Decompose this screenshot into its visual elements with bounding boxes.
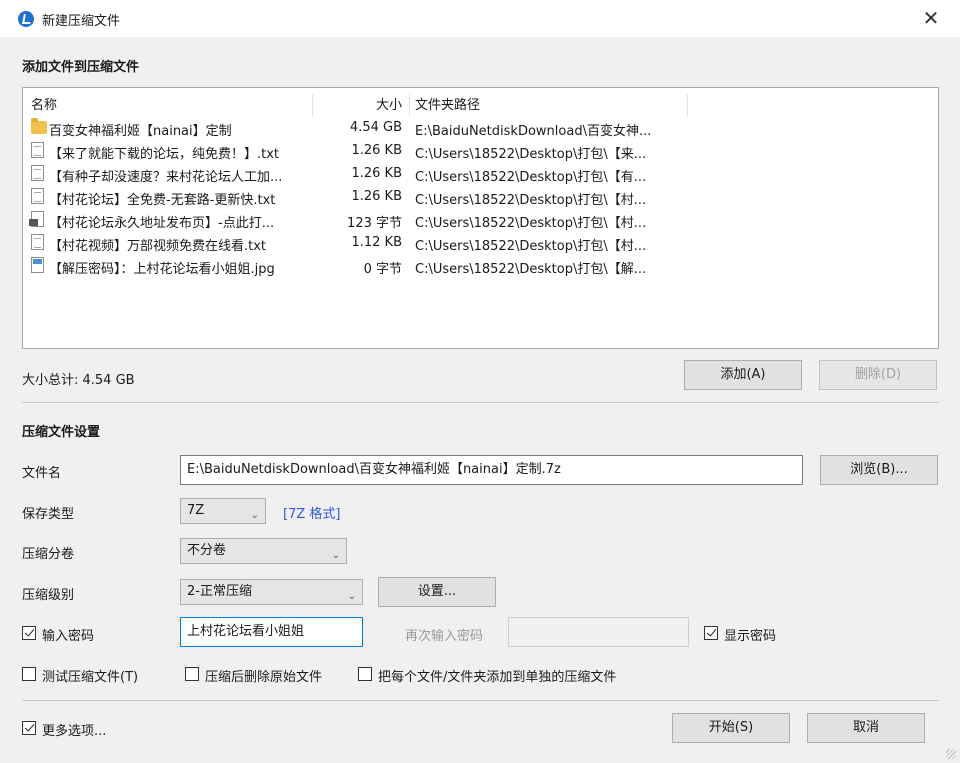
file-name: 百变女神福利姬【nainai】定制 <box>49 124 232 139</box>
file-path: C:\Users\18522\Desktop\打包\【有... <box>415 170 647 185</box>
section-divider <box>22 402 939 403</box>
repeat-password-label: 再次输入密码 <box>405 629 484 644</box>
file-list[interactable]: 名称 大小 文件夹路径 百变女神福利姬【nainai】定制 4.54 GB E:… <box>22 87 939 349</box>
checkbox-unchecked-icon <box>22 667 36 681</box>
file-row[interactable]: 【村花论坛永久地址发布页】-点此打... 123 字节 C:\Users\185… <box>23 208 938 231</box>
settings-button[interactable]: 设置... <box>378 577 496 607</box>
file-path: C:\Users\18522\Desktop\打包\【村... <box>415 239 647 254</box>
checkbox-checked-icon <box>704 626 718 640</box>
cancel-button[interactable]: 取消 <box>807 713 925 743</box>
split-value: 不分卷 <box>187 543 227 558</box>
save-type-label: 保存类型 <box>22 507 75 522</box>
format-link[interactable]: [7Z 格式] <box>283 503 340 522</box>
text-file-icon <box>31 188 44 204</box>
file-size: 123 字节 <box>347 216 402 231</box>
text-file-icon <box>31 142 44 158</box>
remove-button[interactable]: 删除(D) <box>819 360 937 390</box>
file-name: 【有种子却没速度？来村花论坛人工加... <box>49 170 283 185</box>
compression-level-label: 压缩级别 <box>22 588 75 603</box>
title-bar: 新建压缩文件 ✕ <box>0 0 960 37</box>
show-password-label: 显示密码 <box>724 629 777 644</box>
browse-button[interactable]: 浏览(B)... <box>820 455 938 485</box>
file-row[interactable]: 【来了就能下载的论坛，纯免费！】.txt 1.26 KB C:\Users\18… <box>23 139 938 162</box>
checkbox-checked-icon <box>22 626 36 640</box>
more-options-label: 更多选项... <box>42 724 107 739</box>
compression-level-select[interactable]: 2-正常压缩 ⌄ <box>180 579 363 605</box>
text-file-icon <box>31 234 44 250</box>
checkbox-checked-icon <box>22 721 36 735</box>
url-shortcut-icon <box>29 211 44 227</box>
file-row[interactable]: 【解压密码】：上村花论坛看小姐姐.jpg 0 字节 C:\Users\18522… <box>23 254 938 277</box>
text-file-icon <box>31 165 44 181</box>
chevron-down-icon: ⌄ <box>331 550 340 561</box>
password-input[interactable]: 上村花论坛看小姐姐 <box>180 617 363 647</box>
enter-password-label: 输入密码 <box>42 629 95 644</box>
file-path: C:\Users\18522\Desktop\打包\【来... <box>415 147 647 162</box>
folder-icon <box>31 118 47 134</box>
chevron-down-icon: ⌄ <box>347 591 356 602</box>
test-archive-label: 测试压缩文件(T) <box>42 670 139 685</box>
save-type-value: 7Z <box>187 503 205 518</box>
repeat-password-input[interactable] <box>508 617 689 647</box>
column-header-size[interactable]: 大小 <box>376 94 402 113</box>
window-title: 新建压缩文件 <box>42 14 121 29</box>
file-size: 0 字节 <box>363 262 402 277</box>
column-header-name[interactable]: 名称 <box>31 94 57 113</box>
filename-input[interactable]: E:\BaiduNetdiskDownload\百变女神福利姬【nainai】定… <box>180 455 803 485</box>
checkbox-unchecked-icon <box>358 667 372 681</box>
add-button[interactable]: 添加(A) <box>684 360 802 390</box>
file-row[interactable]: 【有种子却没速度？来村花论坛人工加... 1.26 KB C:\Users\18… <box>23 162 938 185</box>
file-name: 【来了就能下载的论坛，纯免费！】.txt <box>49 147 280 162</box>
file-size: 4.54 GB <box>349 120 402 135</box>
file-size: 1.26 KB <box>351 166 402 181</box>
resize-grip-icon[interactable] <box>946 749 956 759</box>
file-path: C:\Users\18522\Desktop\打包\【村... <box>415 216 647 231</box>
file-list-header: 名称 大小 文件夹路径 <box>23 88 938 116</box>
image-file-icon <box>31 257 44 273</box>
add-files-heading: 添加文件到压缩文件 <box>22 60 140 75</box>
split-select[interactable]: 不分卷 ⌄ <box>180 538 347 564</box>
delete-after-label: 压缩后删除原始文件 <box>205 670 323 685</box>
file-path: C:\Users\18522\Desktop\打包\【解... <box>415 262 647 277</box>
file-path: C:\Users\18522\Desktop\打包\【村... <box>415 193 647 208</box>
filename-label: 文件名 <box>22 466 62 481</box>
total-size-label: 大小总计: 4.54 GB <box>22 373 135 388</box>
column-header-path[interactable]: 文件夹路径 <box>415 94 480 113</box>
separate-archives-label: 把每个文件/文件夹添加到单独的压缩文件 <box>378 670 617 685</box>
file-name: 【村花论坛永久地址发布页】-点此打... <box>49 216 275 231</box>
file-size: 1.26 KB <box>351 189 402 204</box>
file-row[interactable]: 【村花论坛】全免费-无套路-更新快.txt 1.26 KB C:\Users\1… <box>23 185 938 208</box>
file-name: 【解压密码】：上村花论坛看小姐姐.jpg <box>49 262 275 277</box>
chevron-down-icon: ⌄ <box>250 510 259 521</box>
file-row[interactable]: 【村花视频】万部视频免费在线看.txt 1.12 KB C:\Users\185… <box>23 231 938 254</box>
start-button[interactable]: 开始(S) <box>672 713 790 743</box>
file-row[interactable]: 百变女神福利姬【nainai】定制 4.54 GB E:\BaiduNetdis… <box>23 116 938 139</box>
bottom-divider <box>22 700 939 701</box>
save-type-select[interactable]: 7Z ⌄ <box>180 498 266 524</box>
split-label: 压缩分卷 <box>22 547 75 562</box>
archive-settings-heading: 压缩文件设置 <box>22 425 101 440</box>
app-icon <box>18 11 34 27</box>
close-icon[interactable]: ✕ <box>916 4 946 32</box>
file-name: 【村花论坛】全免费-无套路-更新快.txt <box>49 193 276 208</box>
checkbox-unchecked-icon <box>185 667 199 681</box>
file-size: 1.26 KB <box>351 143 402 158</box>
file-path: E:\BaiduNetdiskDownload\百变女神... <box>415 124 652 139</box>
file-name: 【村花视频】万部视频免费在线看.txt <box>49 239 267 254</box>
file-size: 1.12 KB <box>351 235 402 250</box>
compression-level-value: 2-正常压缩 <box>187 584 252 599</box>
